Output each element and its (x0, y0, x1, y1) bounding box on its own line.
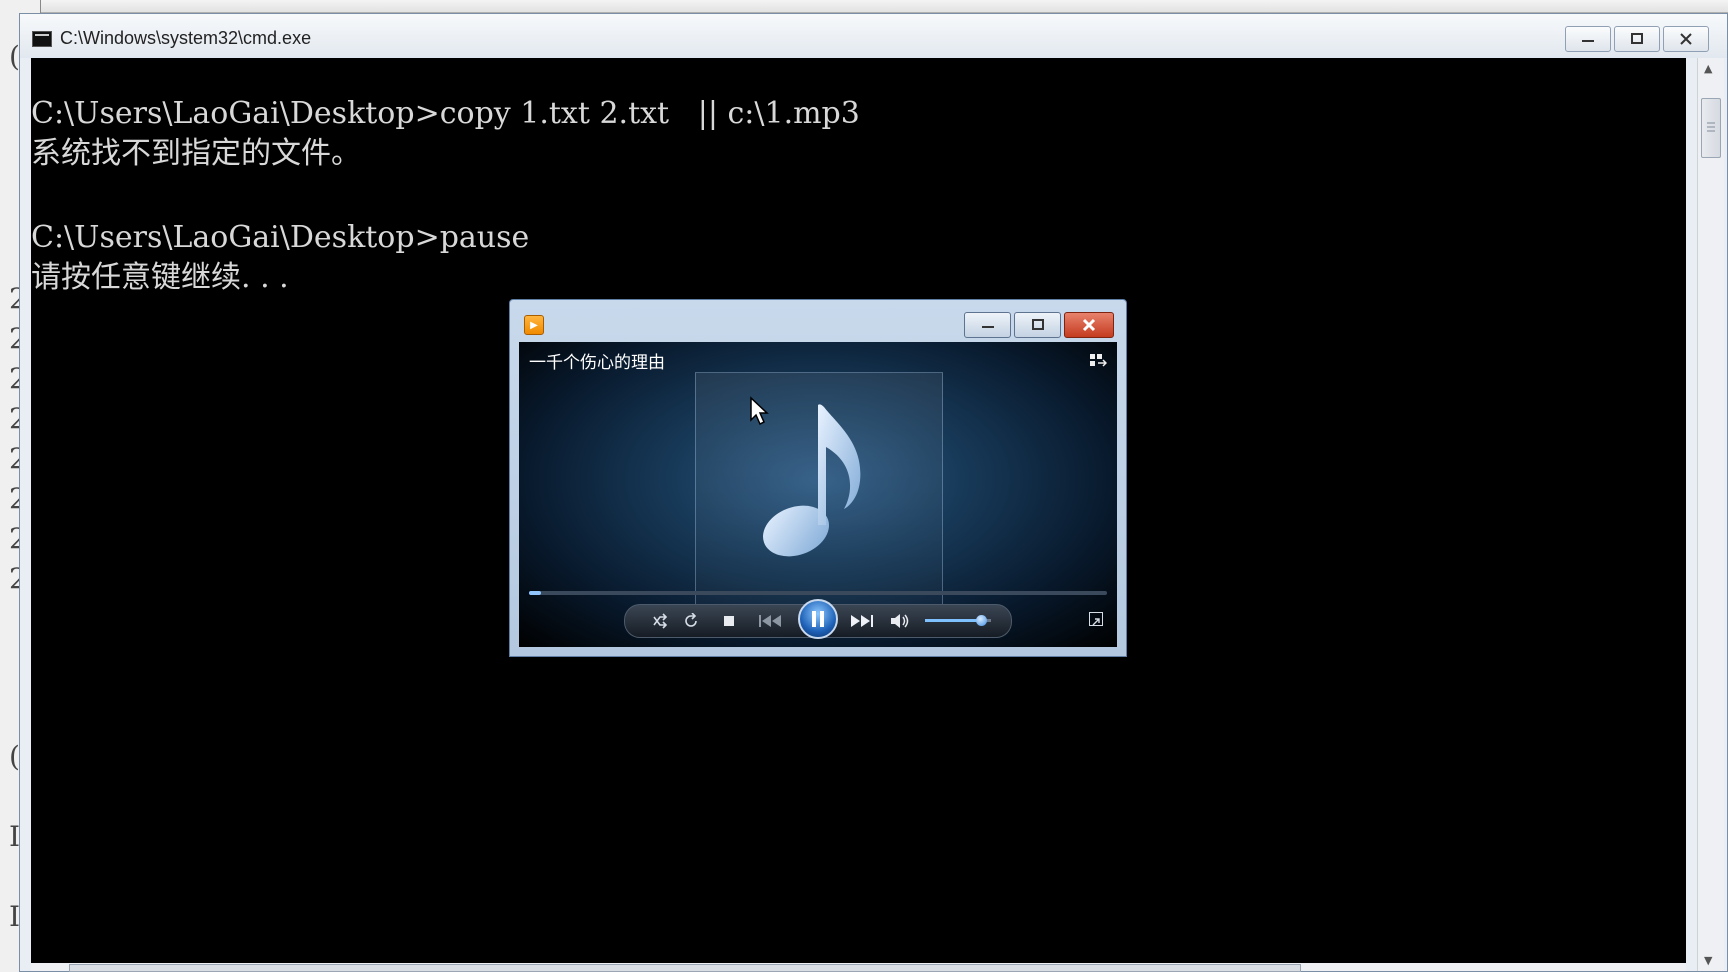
close-icon (1680, 33, 1692, 45)
stop-icon (724, 616, 734, 626)
next-icon (851, 615, 873, 627)
minimize-icon (1582, 40, 1594, 42)
previous-button[interactable] (753, 611, 787, 631)
fullscreen-icon (1092, 618, 1100, 626)
console-line: 系统找不到指定的文件。 (31, 136, 361, 171)
volume-slider[interactable] (925, 615, 991, 626)
playback-controls (624, 599, 1012, 639)
player-maximize-button[interactable] (1014, 312, 1061, 338)
switch-to-library-button[interactable] (1089, 352, 1108, 368)
player-close-button[interactable] (1064, 312, 1114, 338)
next-button[interactable] (847, 611, 877, 631)
seek-bar[interactable] (529, 591, 1107, 595)
mouse-cursor-icon (750, 396, 769, 426)
vertical-scrollbar[interactable]: ▲ ▼ (1697, 58, 1724, 971)
player-minimize-button[interactable] (964, 312, 1011, 338)
seek-progress (529, 591, 541, 595)
volume-level (925, 619, 982, 622)
scroll-thumb[interactable] (1701, 98, 1721, 158)
console-icon[interactable] (32, 31, 52, 47)
maximize-icon (1631, 33, 1643, 44)
grip-icon (1707, 122, 1715, 132)
music-note-icon (763, 404, 861, 557)
minimize-button[interactable] (1565, 26, 1611, 52)
media-player-window[interactable]: ▶ 一千个伤心的理由 (509, 299, 1127, 657)
horizontal-scrollbar[interactable] (31, 963, 1686, 972)
minimize-icon (981, 326, 994, 328)
repeat-button[interactable] (682, 611, 700, 631)
window-title: C:\Windows\system32\cmd.exe (60, 28, 312, 48)
scroll-down-icon[interactable]: ▼ (1704, 954, 1712, 967)
horizontal-scroll-thumb[interactable] (69, 964, 1301, 972)
console-line: C:\Users\LaoGai\Desktop>copy 1.txt 2.txt… (31, 96, 860, 131)
shuffle-button[interactable] (651, 611, 669, 631)
speaker-icon (891, 614, 909, 628)
fullscreen-button[interactable] (1089, 612, 1103, 626)
maximize-icon (1031, 319, 1044, 330)
mute-button[interactable] (889, 611, 911, 631)
pause-button[interactable] (798, 599, 838, 639)
volume-knob[interactable] (976, 615, 988, 626)
stop-button[interactable] (722, 611, 736, 631)
maximize-button[interactable] (1614, 26, 1660, 52)
album-art (695, 372, 943, 614)
pause-icon (812, 611, 824, 627)
switch-to-library-icon (1090, 354, 1108, 367)
console-line: 请按任意键继续. . . (31, 260, 289, 295)
repeat-icon (685, 613, 697, 627)
close-icon (1082, 318, 1096, 332)
scroll-up-icon[interactable]: ▲ (1704, 62, 1712, 75)
console-line: C:\Users\LaoGai\Desktop>pause (31, 220, 530, 255)
background-window-titlebar (0, 0, 1728, 13)
shuffle-icon (653, 613, 668, 629)
media-player-icon[interactable]: ▶ (524, 315, 544, 335)
track-title: 一千个伤心的理由 (529, 353, 665, 373)
previous-icon (759, 615, 781, 627)
cmd-titlebar[interactable]: C:\Windows\system32\cmd.exe (20, 14, 1727, 58)
now-playing-area[interactable]: 一千个伤心的理由 (519, 342, 1117, 647)
close-button[interactable] (1663, 26, 1709, 52)
